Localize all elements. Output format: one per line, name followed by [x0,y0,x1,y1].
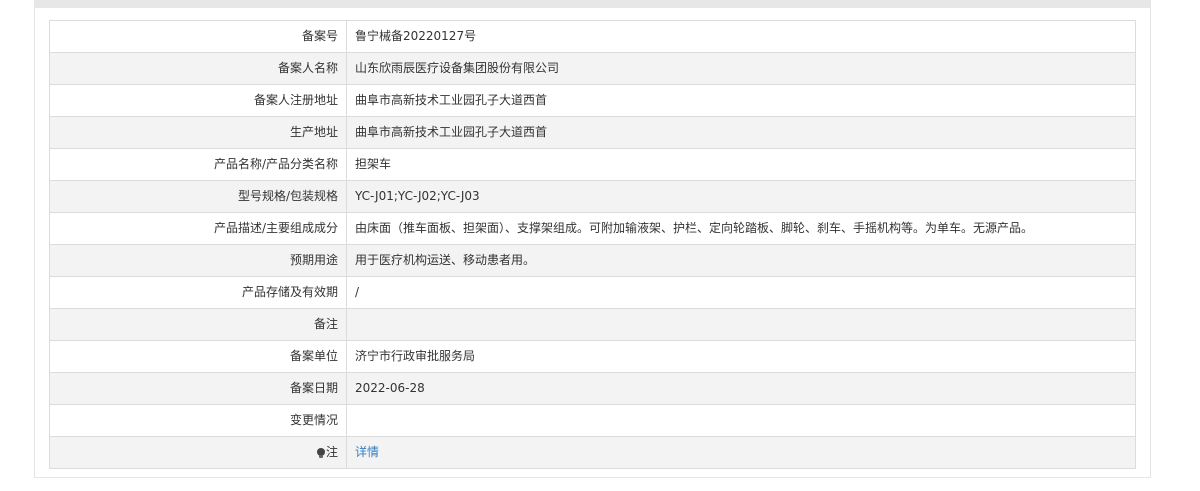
row-label: 产品描述/主要组成成分 [49,212,347,245]
lightbulb-icon [316,448,325,458]
table-row: 备案日期 2022-06-28 [49,372,1136,405]
row-label: 产品存储及有效期 [49,276,347,309]
row-label: 备案号 [49,20,347,53]
row-label: 预期用途 [49,244,347,277]
row-value: 鲁宁械备20220127号 [346,20,1136,53]
row-label: 备案日期 [49,372,347,405]
row-value: 曲阜市高新技术工业园孔子大道西首 [346,116,1136,149]
row-label: 备案单位 [49,340,347,373]
table-row: 备案号 鲁宁械备20220127号 [49,20,1136,53]
note-label: 注 [325,445,338,459]
row-value: 曲阜市高新技术工业园孔子大道西首 [346,84,1136,117]
table-row: 备案单位 济宁市行政审批服务局 [49,340,1136,373]
row-value: 济宁市行政审批服务局 [346,340,1136,373]
table-row-note: 注 详情 [49,436,1136,469]
record-detail-table: 备案号 鲁宁械备20220127号 备案人名称 山东欣雨辰医疗设备集团股份有限公… [49,20,1136,469]
row-label: 备案人名称 [49,52,347,85]
row-label: 备注 [49,308,347,341]
row-label: 生产地址 [49,116,347,149]
table-row: 型号规格/包装规格 YC-J01;YC-J02;YC-J03 [49,180,1136,213]
row-label: 型号规格/包装规格 [49,180,347,213]
row-value [346,404,1136,437]
table-row: 备案人名称 山东欣雨辰医疗设备集团股份有限公司 [49,52,1136,85]
row-value: 用于医疗机构运送、移动患者用。 [346,244,1136,277]
table-row: 产品存储及有效期 / [49,276,1136,309]
details-link[interactable]: 详情 [355,445,379,459]
row-value [346,308,1136,341]
table-row: 备注 [49,308,1136,341]
row-value: 由床面（推车面板、担架面）、支撑架组成。可附加输液架、护栏、定向轮踏板、脚轮、刹… [346,212,1136,245]
row-value: YC-J01;YC-J02;YC-J03 [346,180,1136,213]
row-value: 2022-06-28 [346,372,1136,405]
row-label: 变更情况 [49,404,347,437]
table-row: 预期用途 用于医疗机构运送、移动患者用。 [49,244,1136,277]
note-value-cell: 详情 [346,436,1136,469]
table-row: 生产地址 曲阜市高新技术工业园孔子大道西首 [49,116,1136,149]
row-value: / [346,276,1136,309]
note-label-cell: 注 [49,436,347,469]
page: 备案号 鲁宁械备20220127号 备案人名称 山东欣雨辰医疗设备集团股份有限公… [0,0,1200,491]
table-row: 备案人注册地址 曲阜市高新技术工业园孔子大道西首 [49,84,1136,117]
row-label: 备案人注册地址 [49,84,347,117]
row-value: 山东欣雨辰医疗设备集团股份有限公司 [346,52,1136,85]
table-row: 产品描述/主要组成成分 由床面（推车面板、担架面）、支撑架组成。可附加输液架、护… [49,212,1136,245]
row-label: 产品名称/产品分类名称 [49,148,347,181]
row-value: 担架车 [346,148,1136,181]
table-row: 产品名称/产品分类名称 担架车 [49,148,1136,181]
table-row: 变更情况 [49,404,1136,437]
